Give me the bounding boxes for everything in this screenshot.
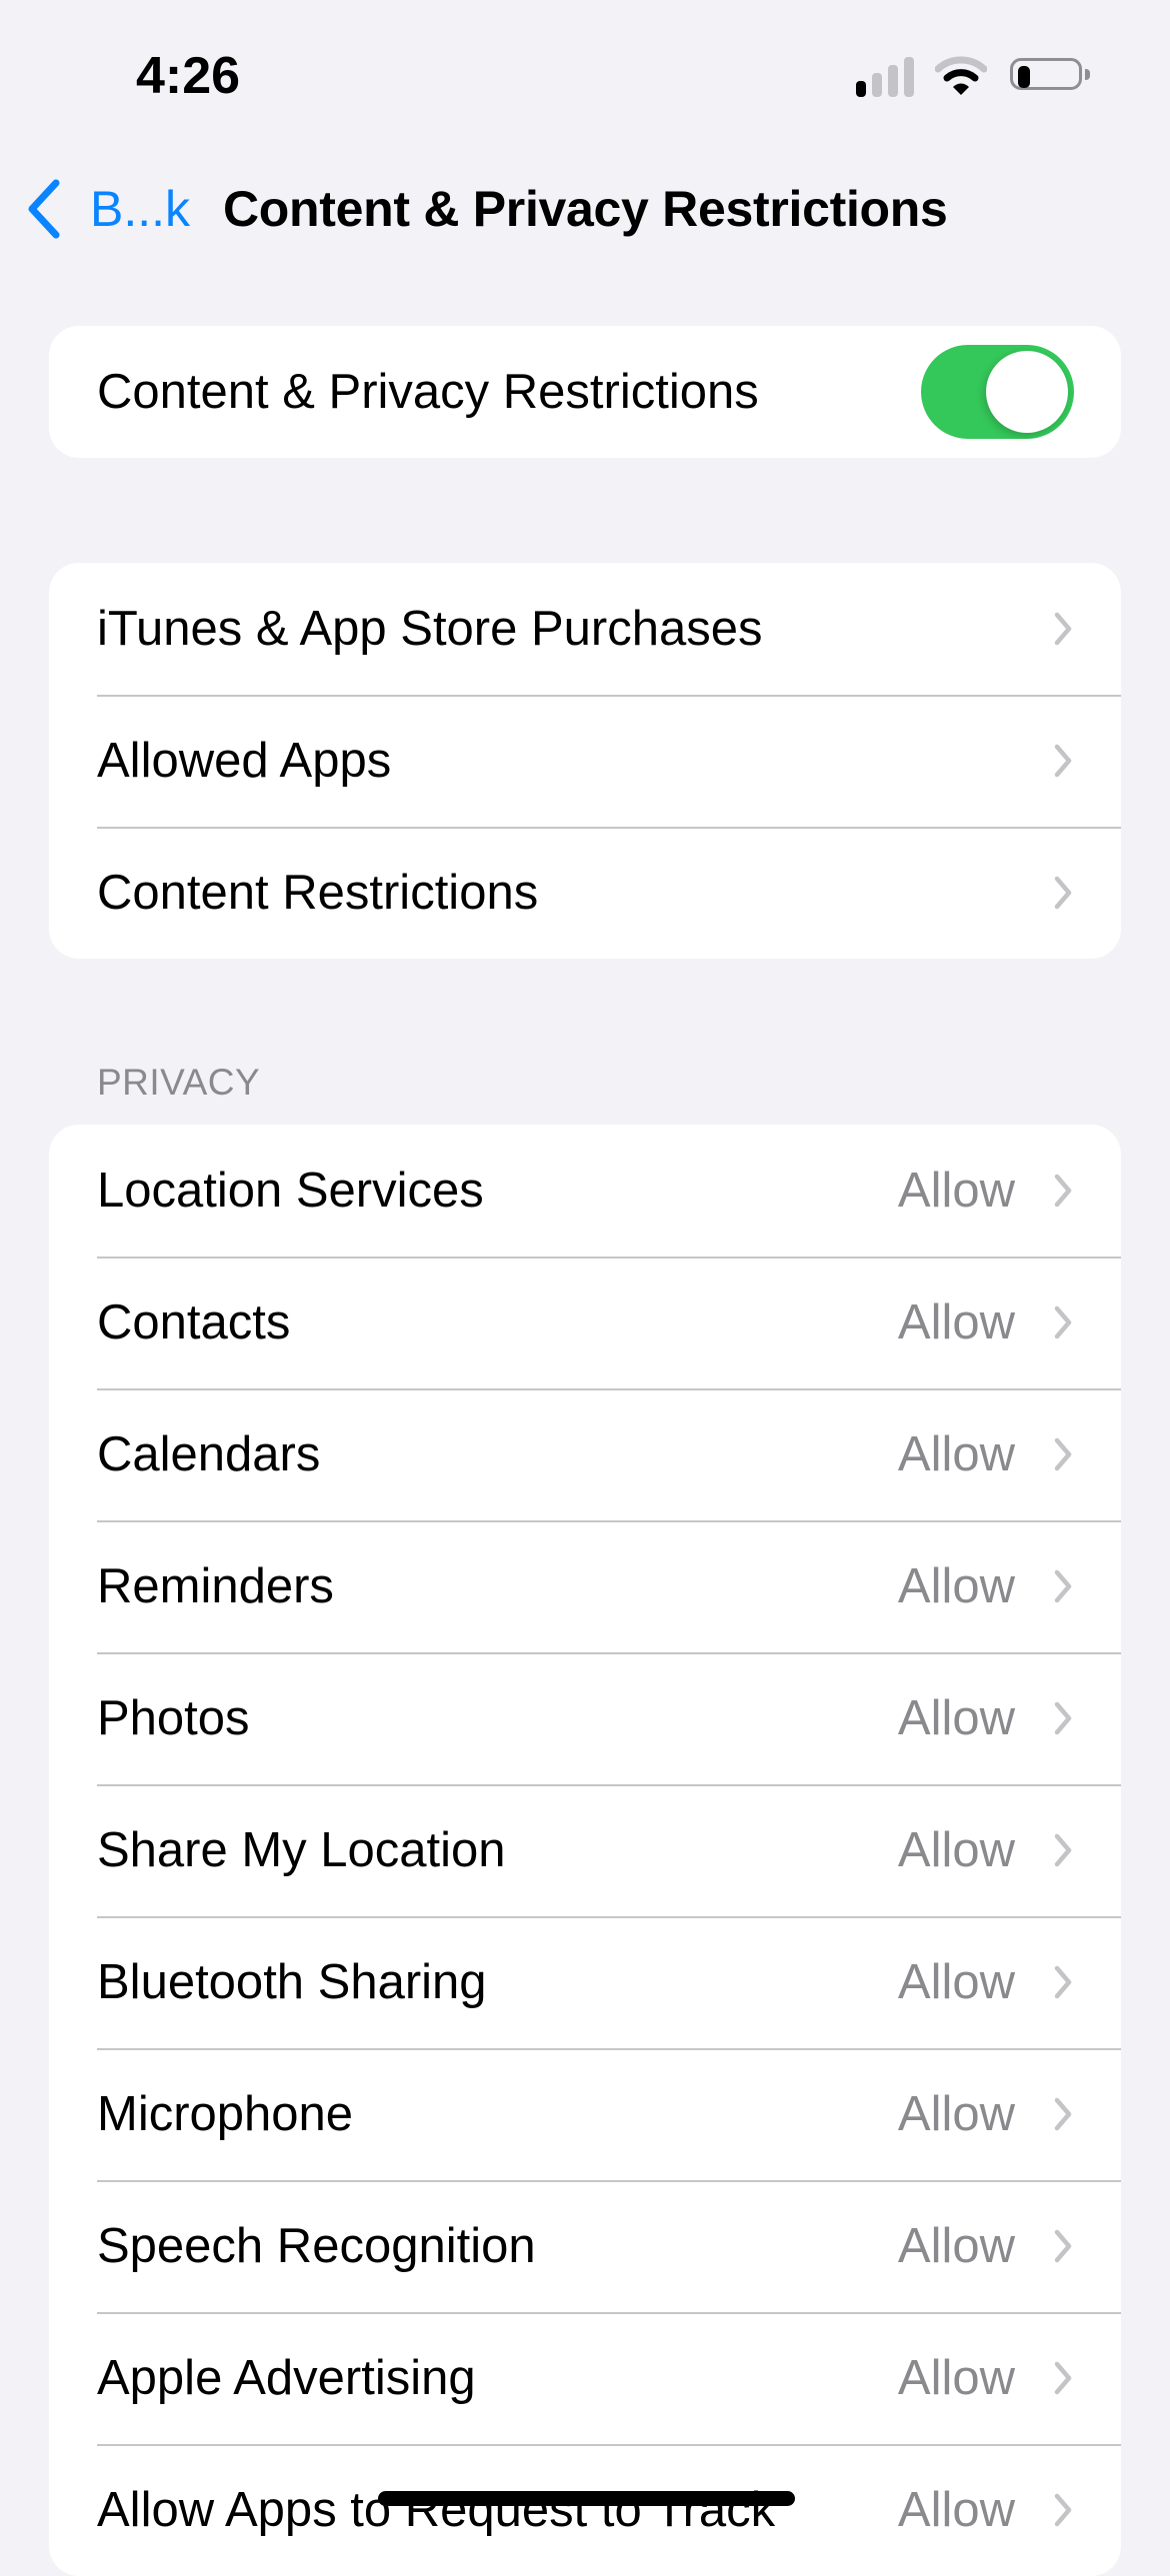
master-toggle-card: Content & Privacy Restrictions	[49, 326, 1121, 458]
row-label: Microphone	[97, 2087, 354, 2141]
row-microphone[interactable]: Microphone Allow	[49, 2048, 1121, 2180]
privacy-section-header: PRIVACY	[97, 1062, 261, 1103]
row-allowed-apps[interactable]: Allowed Apps	[49, 695, 1121, 827]
row-apple-advertising[interactable]: Apple Advertising Allow	[49, 2312, 1121, 2444]
master-toggle-row: Content & Privacy Restrictions	[49, 326, 1121, 458]
navigation-bar: B...k Content & Privacy Restrictions	[0, 160, 1170, 260]
row-location-services[interactable]: Location Services Allow	[49, 1125, 1121, 1257]
wifi-arc-inner	[953, 83, 969, 95]
row-label: Apple Advertising	[97, 2351, 476, 2405]
row-label: iTunes & App Store Purchases	[97, 602, 763, 656]
row-label: Content Restrictions	[97, 866, 539, 920]
signal-bar	[904, 57, 914, 97]
row-value: Allow	[897, 1955, 1015, 2009]
wifi-arc-middle	[943, 69, 979, 82]
chevron-right-icon	[1054, 1701, 1072, 1735]
row-contacts[interactable]: Contacts Allow	[49, 1257, 1121, 1388]
chevron-right-icon	[1054, 744, 1072, 778]
general-settings-card: iTunes & App Store Purchases Allowed App…	[49, 563, 1121, 959]
master-toggle-label: Content & Privacy Restrictions	[97, 365, 759, 419]
back-label: B...k	[90, 181, 191, 237]
chevron-right-icon	[1054, 1965, 1072, 1999]
row-label: Reminders	[97, 1559, 334, 1613]
signal-bar	[856, 81, 866, 97]
status-time: 4:26	[136, 47, 241, 105]
row-value: Allow	[897, 1691, 1015, 1745]
chevron-right-icon	[1054, 2097, 1072, 2131]
status-bar: 4:26	[0, 0, 1170, 140]
privacy-settings-card: Location Services Allow Contacts Allow C…	[49, 1125, 1121, 2576]
row-share-my-location[interactable]: Share My Location Allow	[49, 1784, 1121, 1916]
toggle-knob	[986, 351, 1068, 433]
home-indicator[interactable]	[378, 2491, 795, 2506]
row-label: Allowed Apps	[97, 734, 392, 788]
wifi-icon	[935, 56, 987, 95]
chevron-right-icon	[1054, 1569, 1072, 1603]
battery-fill	[1018, 66, 1030, 88]
page-title: Content & Privacy Restrictions	[223, 181, 948, 237]
row-calendars[interactable]: Calendars Allow	[49, 1388, 1121, 1520]
content-privacy-toggle[interactable]	[921, 345, 1074, 439]
signal-bar	[872, 73, 882, 97]
battery-body	[1010, 58, 1082, 90]
chevron-right-icon	[1054, 1437, 1072, 1471]
row-photos[interactable]: Photos Allow	[49, 1652, 1121, 1784]
battery-icon	[1010, 58, 1090, 96]
row-label: Allow Apps to Request to Track	[97, 2483, 776, 2537]
chevron-right-icon	[1054, 1305, 1072, 1339]
signal-bar	[888, 65, 898, 97]
row-content-restrictions[interactable]: Content Restrictions	[49, 827, 1121, 959]
row-value: Allow	[897, 2087, 1015, 2141]
cellular-signal-icon	[856, 57, 916, 97]
chevron-right-icon	[1054, 2493, 1072, 2527]
row-itunes-app-store-purchases[interactable]: iTunes & App Store Purchases	[49, 563, 1121, 695]
battery-cap	[1085, 69, 1090, 80]
row-allow-apps-to-request-to-track[interactable]: Allow Apps to Request to Track Allow	[49, 2444, 1121, 2576]
chevron-right-icon	[1054, 876, 1072, 910]
row-label: Share My Location	[97, 1823, 506, 1877]
row-label: Calendars	[97, 1427, 321, 1481]
row-reminders[interactable]: Reminders Allow	[49, 1520, 1121, 1652]
row-label: Bluetooth Sharing	[97, 1955, 487, 2009]
chevron-right-icon	[1054, 612, 1072, 646]
row-bluetooth-sharing[interactable]: Bluetooth Sharing Allow	[49, 1916, 1121, 2048]
chevron-left-icon	[28, 179, 60, 239]
row-label: Contacts	[97, 1295, 291, 1349]
row-value: Allow	[897, 1559, 1015, 1613]
row-speech-recognition[interactable]: Speech Recognition Allow	[49, 2180, 1121, 2312]
row-label: Speech Recognition	[97, 2219, 536, 2273]
chevron-right-icon	[1054, 2229, 1072, 2263]
row-label: Photos	[97, 1691, 250, 1745]
row-value: Allow	[897, 1427, 1015, 1481]
row-value: Allow	[897, 2483, 1015, 2537]
row-value: Allow	[897, 1164, 1015, 1218]
back-button[interactable]: B...k	[24, 174, 190, 244]
row-value: Allow	[897, 2351, 1015, 2405]
row-value: Allow	[897, 1295, 1015, 1349]
wifi-arc-outer	[935, 56, 987, 73]
row-value: Allow	[897, 1823, 1015, 1877]
row-label: Location Services	[97, 1164, 484, 1218]
chevron-right-icon	[1054, 1174, 1072, 1208]
chevron-right-icon	[1054, 2361, 1072, 2395]
chevron-right-icon	[1054, 1833, 1072, 1867]
row-value: Allow	[897, 2219, 1015, 2273]
